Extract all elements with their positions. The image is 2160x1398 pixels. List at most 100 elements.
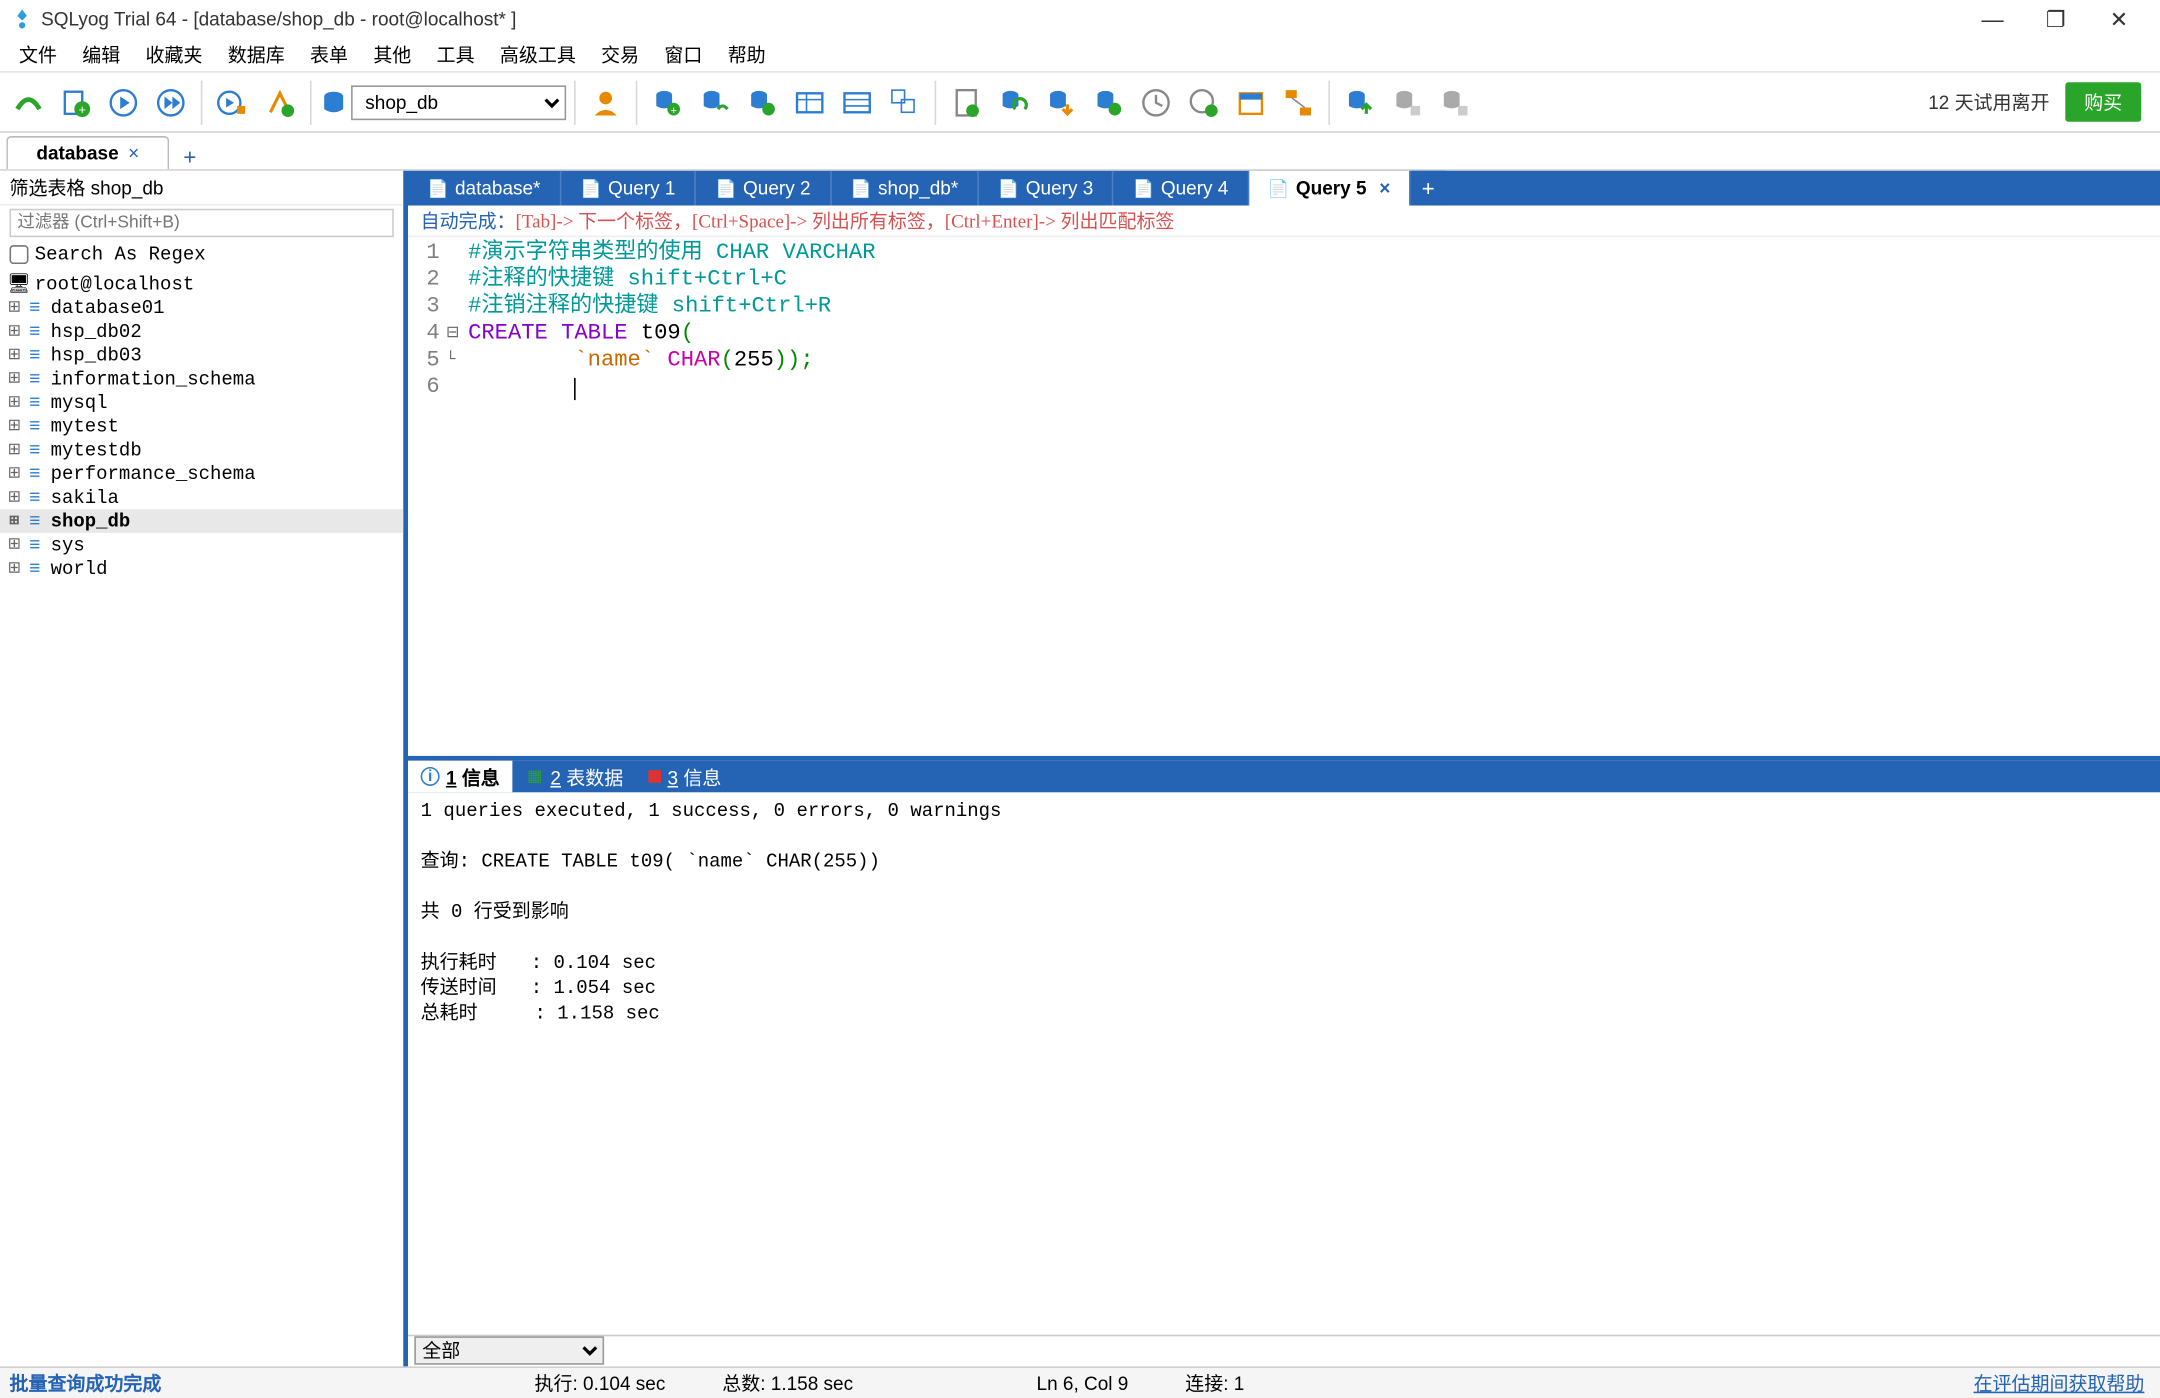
database-selector[interactable]: shop_db xyxy=(351,85,566,120)
line-gutter: 1 2 3 4 5 6 xyxy=(408,237,446,756)
svg-text:+: + xyxy=(79,102,86,116)
db-grey-icon-1[interactable] xyxy=(1385,80,1429,124)
db-sync-icon[interactable] xyxy=(693,80,737,124)
tree-db-selected[interactable]: ⊞≡shop_db xyxy=(0,509,403,533)
menu-help[interactable]: 帮助 xyxy=(715,38,778,71)
doc-icon[interactable] xyxy=(944,80,988,124)
maximize-button[interactable]: ❐ xyxy=(2024,6,2087,33)
query-tab-active[interactable]: 📄Query 5× xyxy=(1249,171,1411,206)
table-icon-1[interactable] xyxy=(788,80,832,124)
db-export-icon[interactable] xyxy=(1338,80,1382,124)
status-exec: 执行: 0.104 sec xyxy=(506,1369,694,1396)
db-globe-icon[interactable] xyxy=(740,80,784,124)
fold-gutter: ⊟└ xyxy=(446,237,468,756)
query-tab[interactable]: 📄Query 1 xyxy=(561,171,696,206)
tree-db[interactable]: ⊞≡world xyxy=(0,557,403,581)
db-create-icon[interactable]: + xyxy=(645,80,689,124)
editor-hint: 自动完成：[Tab]-> 下一个标签，[Ctrl+Space]-> 列出所有标签… xyxy=(408,206,2160,238)
trial-label: 12 天试用离开 xyxy=(1928,89,2062,116)
db-down-icon[interactable] xyxy=(1039,80,1083,124)
tree-db[interactable]: ⊞≡sakila xyxy=(0,485,403,509)
tree-db[interactable]: ⊞≡mytest xyxy=(0,414,403,438)
svg-text:+: + xyxy=(670,104,676,116)
schedule-add-icon[interactable] xyxy=(1181,80,1225,124)
status-conn: 连接: 1 xyxy=(1157,1369,1273,1396)
tree-db[interactable]: ⊞≡mytestdb xyxy=(0,438,403,462)
result-filter-select[interactable]: 全部 xyxy=(414,1336,604,1364)
schedule-icon[interactable] xyxy=(1134,80,1178,124)
tree-db[interactable]: ⊞≡hsp_db03 xyxy=(0,343,403,367)
text-cursor xyxy=(574,378,576,400)
diagram-icon[interactable] xyxy=(1276,80,1320,124)
menu-other[interactable]: 其他 xyxy=(361,38,424,71)
menu-edit[interactable]: 编辑 xyxy=(70,38,133,71)
execute-query-icon[interactable] xyxy=(101,80,145,124)
calendar-icon[interactable] xyxy=(1229,80,1273,124)
window-title: SQLyog Trial 64 - [database/shop_db - ro… xyxy=(41,8,516,30)
result-tab-data[interactable]: ▦2 表数据 xyxy=(512,761,635,793)
tree-db[interactable]: ⊞≡hsp_db02 xyxy=(0,319,403,343)
close-icon[interactable]: × xyxy=(128,142,139,164)
results-panel: i1 信息 ▦2 表数据 3 信息 1 queries executed, 1 … xyxy=(408,756,2160,1366)
app-logo-icon xyxy=(9,6,34,31)
tree-root[interactable]: 🖥 root@localhost xyxy=(0,272,403,296)
filter-input[interactable] xyxy=(9,209,393,237)
connection-tab-label: database xyxy=(36,142,118,164)
query-tabs: 📄database* 📄Query 1 📄Query 2 📄shop_db* 📄… xyxy=(408,171,2160,206)
tree-db[interactable]: ⊞≡performance_schema xyxy=(0,462,403,486)
status-help-link[interactable]: 在评估期间获取帮助 xyxy=(1974,1369,2151,1396)
add-connection-button[interactable]: + xyxy=(169,144,201,169)
regex-label: Search As Regex xyxy=(35,244,206,266)
result-footer: 全部 xyxy=(408,1335,2160,1367)
menu-window[interactable]: 窗口 xyxy=(652,38,715,71)
statusbar: 批量查询成功完成 执行: 0.104 sec 总数: 1.158 sec Ln … xyxy=(0,1366,2160,1398)
status-msg: 批量查询成功完成 xyxy=(9,1369,189,1396)
server-icon: 🖥 xyxy=(6,272,31,296)
menu-transaction[interactable]: 交易 xyxy=(588,38,651,71)
menu-favorites[interactable]: 收藏夹 xyxy=(133,38,215,71)
format-icon[interactable] xyxy=(258,80,302,124)
close-icon[interactable]: × xyxy=(1373,177,1390,199)
db-grey-icon-2[interactable] xyxy=(1433,80,1477,124)
menubar: 文件 编辑 收藏夹 数据库 表单 其他 工具 高级工具 交易 窗口 帮助 xyxy=(0,38,2160,73)
close-button[interactable]: ✕ xyxy=(2087,6,2150,33)
add-query-tab[interactable]: + xyxy=(1411,171,1446,206)
menu-table[interactable]: 表单 xyxy=(297,38,360,71)
query-tab[interactable]: 📄Query 3 xyxy=(979,171,1114,206)
menu-advanced[interactable]: 高级工具 xyxy=(487,38,588,71)
query-tab[interactable]: 📄Query 4 xyxy=(1114,171,1249,206)
db-up-icon[interactable] xyxy=(1086,80,1130,124)
menu-tools[interactable]: 工具 xyxy=(424,38,487,71)
db-refresh-icon[interactable] xyxy=(992,80,1036,124)
tree-db[interactable]: ⊞≡sys xyxy=(0,533,403,557)
minimize-button[interactable]: — xyxy=(1961,6,2024,33)
tree-db[interactable]: ⊞≡database01 xyxy=(0,296,403,320)
titlebar: SQLyog Trial 64 - [database/shop_db - ro… xyxy=(0,0,2160,38)
db-tree: 🖥 root@localhost ⊞≡database01 ⊞≡hsp_db02… xyxy=(0,269,403,584)
buy-button[interactable]: 购买 xyxy=(2065,82,2141,122)
tree-db[interactable]: ⊞≡mysql xyxy=(0,391,403,415)
execute-all-icon[interactable] xyxy=(149,80,193,124)
sidebar-header: 筛选表格 shop_db xyxy=(0,171,403,206)
new-connection-icon[interactable] xyxy=(6,80,50,124)
result-tab-info2[interactable]: 3 信息 xyxy=(636,761,734,793)
table-icon-3[interactable] xyxy=(882,80,926,124)
new-query-icon[interactable]: + xyxy=(54,80,98,124)
menu-file[interactable]: 文件 xyxy=(6,38,69,71)
sql-editor[interactable]: 1 2 3 4 5 6 ⊟└ #演示字符串类型的使用 CHAR VARCHAR … xyxy=(408,237,2160,756)
toolbar: + shop_db + 12 天试用离开 购买 xyxy=(0,73,2160,133)
result-tab-info[interactable]: i1 信息 xyxy=(408,761,512,793)
tree-db[interactable]: ⊞≡information_schema xyxy=(0,367,403,391)
code-area[interactable]: #演示字符串类型的使用 CHAR VARCHAR #注释的快捷键 shift+C… xyxy=(468,237,2160,756)
execute-explain-icon[interactable] xyxy=(210,80,254,124)
query-tab[interactable]: 📄database* xyxy=(408,171,561,206)
status-pos: Ln 6, Col 9 xyxy=(1008,1372,1157,1394)
user-manager-icon[interactable] xyxy=(584,80,628,124)
sidebar: 筛选表格 shop_db Search As Regex 🖥 root@loca… xyxy=(0,171,408,1367)
table-icon-2[interactable] xyxy=(835,80,879,124)
connection-tab-database[interactable]: database × xyxy=(6,136,169,169)
query-tab[interactable]: 📄Query 2 xyxy=(696,171,831,206)
menu-database[interactable]: 数据库 xyxy=(215,38,297,71)
query-tab[interactable]: 📄shop_db* xyxy=(831,171,979,206)
regex-checkbox[interactable] xyxy=(9,245,28,264)
